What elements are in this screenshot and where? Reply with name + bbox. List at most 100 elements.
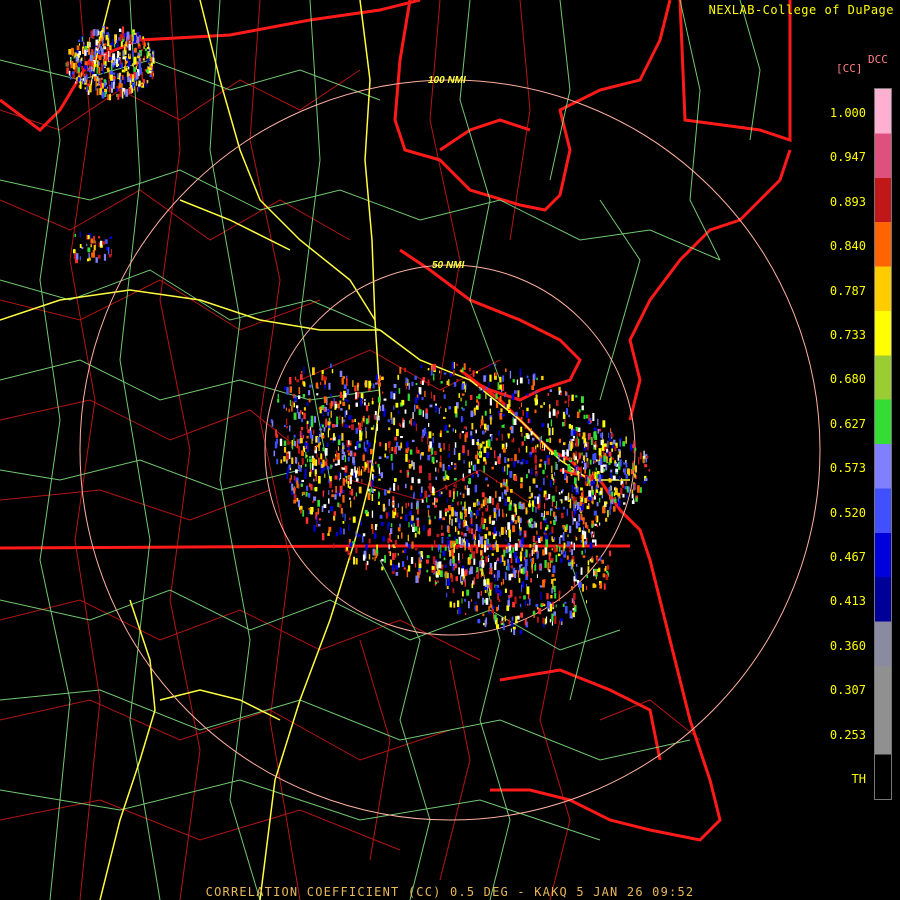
echo-pixel bbox=[599, 497, 601, 503]
echo-pixel bbox=[474, 601, 477, 605]
echo-pixel bbox=[419, 453, 422, 460]
echo-pixel bbox=[442, 550, 446, 557]
echo-pixel bbox=[418, 409, 422, 416]
echo-pixel bbox=[298, 483, 300, 489]
echo-pixel bbox=[354, 446, 357, 450]
echo-pixel bbox=[84, 87, 86, 90]
echo-pixel bbox=[375, 461, 377, 465]
echo-pixel bbox=[452, 588, 455, 594]
echo-pixel bbox=[313, 525, 316, 532]
product-footer: CORRELATION COEFFICIENT (CC) 0.5 DEG - K… bbox=[205, 885, 695, 899]
echo-pixel bbox=[504, 489, 507, 495]
echo-pixel bbox=[364, 398, 366, 402]
echo-pixel bbox=[488, 381, 490, 387]
echo-pixel bbox=[319, 441, 321, 446]
echo-pixel bbox=[369, 488, 371, 496]
echo-pixel bbox=[417, 449, 420, 454]
echo-pixel bbox=[613, 439, 616, 445]
echo-pixel bbox=[396, 512, 399, 518]
echo-pixel bbox=[481, 441, 485, 444]
echo-pixel bbox=[428, 423, 430, 427]
echo-pixel bbox=[611, 491, 614, 497]
echo-pixel bbox=[514, 551, 517, 558]
echo-pixel bbox=[431, 447, 434, 455]
echo-pixel bbox=[414, 375, 417, 380]
echo-pixel bbox=[578, 527, 581, 532]
echo-pixel bbox=[495, 393, 498, 399]
echo-pixel bbox=[520, 483, 523, 489]
echo-pixel bbox=[494, 614, 497, 621]
echo-pixel bbox=[382, 536, 385, 542]
echo-pixel bbox=[424, 390, 426, 397]
echo-pixel bbox=[513, 460, 516, 468]
echo-pixel bbox=[517, 460, 520, 464]
echo-pixel bbox=[562, 421, 565, 427]
echo-pixel bbox=[346, 389, 349, 395]
echo-pixel bbox=[503, 482, 506, 485]
echo-pixel bbox=[364, 509, 368, 514]
echo-pixel bbox=[321, 533, 325, 541]
echo-pixel bbox=[593, 531, 595, 535]
echo-pixel bbox=[363, 441, 366, 450]
echo-pixel bbox=[119, 34, 123, 42]
echo-pixel bbox=[501, 424, 504, 428]
echo-pixel bbox=[366, 560, 369, 566]
echo-pixel bbox=[618, 448, 621, 452]
echo-pixel bbox=[394, 436, 397, 441]
echo-pixel bbox=[69, 72, 72, 80]
echo-pixel bbox=[550, 595, 553, 599]
echo-pixel bbox=[397, 503, 400, 508]
echo-pixel bbox=[467, 449, 469, 456]
echo-pixel bbox=[523, 595, 526, 600]
echo-pixel bbox=[376, 544, 378, 550]
echo-pixel bbox=[370, 427, 374, 430]
echo-pixel bbox=[397, 527, 401, 532]
echo-pixel bbox=[444, 564, 447, 569]
echo-pixel bbox=[460, 531, 464, 536]
echo-pixel bbox=[476, 509, 479, 516]
echo-pixel bbox=[288, 408, 290, 413]
echo-pixel bbox=[506, 467, 508, 475]
echo-pixel bbox=[606, 564, 610, 570]
echo-pixel bbox=[347, 400, 349, 403]
echo-pixel bbox=[342, 478, 345, 486]
echo-pixel bbox=[519, 629, 523, 635]
echo-pixel bbox=[600, 439, 603, 446]
echo-pixel bbox=[470, 517, 473, 525]
echo-pixel bbox=[116, 40, 119, 48]
echo-pixel bbox=[309, 462, 312, 469]
echo-pixel bbox=[310, 484, 313, 491]
echo-pixel bbox=[558, 537, 561, 544]
echo-pixel bbox=[397, 553, 399, 556]
echo-pixel bbox=[489, 408, 491, 414]
echo-pixel bbox=[305, 485, 309, 491]
echo-pixel bbox=[456, 501, 459, 506]
echo-pixel bbox=[390, 523, 393, 528]
echo-pixel bbox=[499, 376, 502, 383]
echo-pixel bbox=[347, 550, 350, 556]
echo-pixel bbox=[600, 457, 603, 465]
echo-pixel bbox=[397, 374, 400, 380]
echo-pixel bbox=[577, 502, 580, 509]
echo-pixel bbox=[581, 452, 583, 456]
echo-pixel bbox=[379, 514, 383, 519]
echo-pixel bbox=[488, 531, 491, 536]
echo-pixel bbox=[305, 491, 308, 497]
echo-pixel bbox=[578, 513, 581, 522]
echo-pixel bbox=[561, 499, 563, 504]
echo-pixel bbox=[602, 573, 606, 578]
echo-pixel bbox=[384, 489, 387, 496]
echo-pixel bbox=[326, 442, 329, 447]
echo-pixel bbox=[481, 517, 484, 525]
echo-pixel bbox=[514, 454, 517, 462]
echo-pixel bbox=[550, 560, 553, 563]
echo-pixel bbox=[453, 370, 455, 376]
echo-pixel bbox=[286, 425, 288, 429]
echo-pixel bbox=[513, 418, 517, 425]
echo-pixel bbox=[505, 368, 507, 372]
echo-pixel bbox=[126, 31, 130, 40]
echo-pixel bbox=[415, 575, 419, 583]
echo-pixel bbox=[473, 558, 476, 565]
echo-pixel bbox=[590, 437, 593, 445]
echo-pixel bbox=[349, 490, 351, 495]
